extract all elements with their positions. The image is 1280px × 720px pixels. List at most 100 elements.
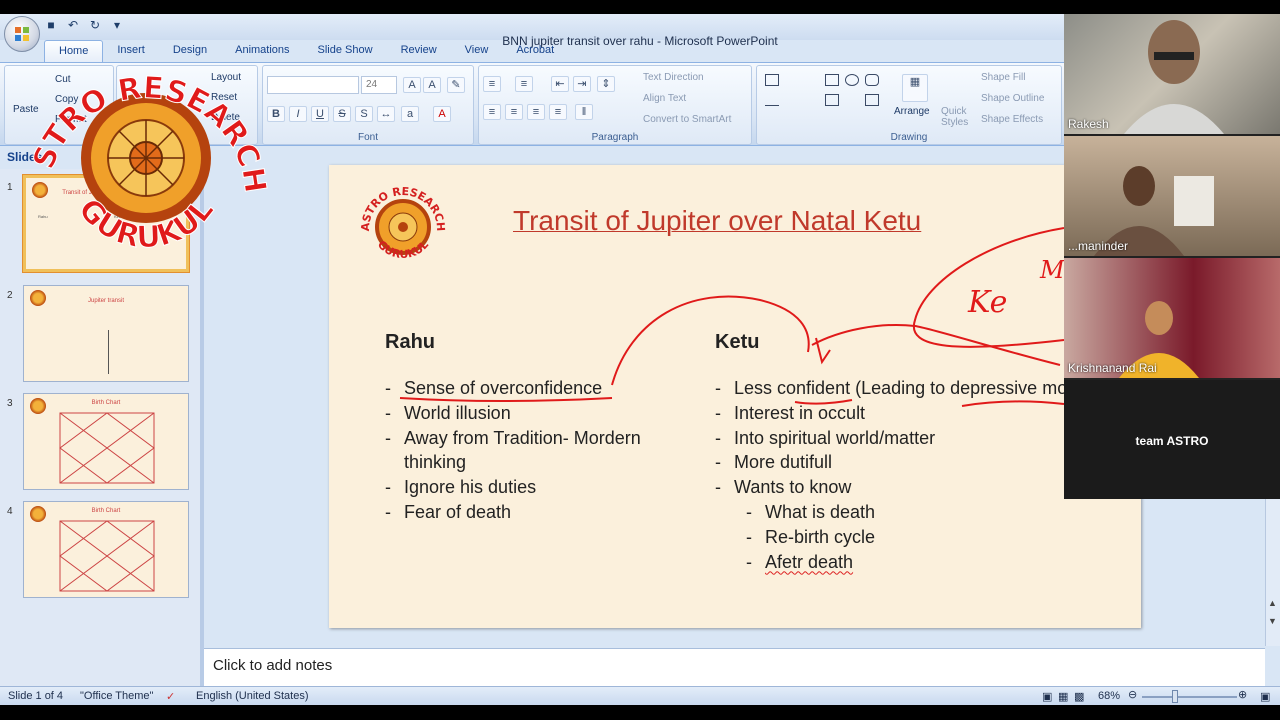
textbox-shape-icon[interactable] — [765, 74, 779, 86]
thumb-number: 3 — [7, 398, 13, 409]
office-logo-icon — [15, 27, 29, 41]
slide-counter: Slide 1 of 4 — [8, 690, 64, 702]
tab-slide-show[interactable]: Slide Show — [304, 40, 387, 62]
zoom-slider[interactable] — [1142, 696, 1237, 698]
thumb-number: 4 — [7, 506, 13, 517]
thumb-number: 1 — [7, 182, 13, 193]
tab-review[interactable]: Review — [387, 40, 451, 62]
rahu-heading[interactable]: Rahu — [385, 331, 435, 354]
char-spacing-icon[interactable]: ↔ — [377, 106, 395, 122]
notes-pane[interactable]: Click to add notes — [204, 648, 1265, 686]
language[interactable]: English (United States) — [196, 690, 309, 702]
bullets-icon[interactable]: ≡ — [483, 76, 501, 92]
line-shape-icon[interactable] — [765, 94, 779, 106]
quick-styles-button[interactable]: Quick Styles — [941, 106, 971, 128]
spellcheck-icon[interactable]: ✓ — [166, 690, 175, 703]
vertical-scrollbar[interactable]: ▲ ▼ — [1265, 498, 1280, 646]
italic-icon[interactable]: I — [289, 106, 307, 122]
bottom-letterbox — [0, 705, 1280, 720]
list-item-text: What is death — [765, 501, 876, 522]
redo-icon[interactable]: ↻ — [88, 18, 102, 32]
participant-tile[interactable]: ...maninder — [1064, 136, 1280, 256]
birth-chart-diagram — [59, 412, 155, 484]
list-item: Sense of overconfidence — [385, 376, 685, 401]
notes-placeholder: Click to add notes — [213, 657, 333, 674]
slideshow-view-icon[interactable]: ▩ — [1074, 690, 1084, 703]
participant-tile[interactable]: Krishnanand Rai — [1064, 258, 1280, 378]
oval-shape-icon[interactable] — [845, 74, 859, 86]
list-item-text: Less confident (Leading to depressive mo — [734, 378, 1068, 398]
scroll-up-icon[interactable]: ▲ — [1268, 598, 1277, 608]
sorter-view-icon[interactable]: ▦ — [1058, 690, 1068, 703]
shape-outline-button[interactable]: Shape Outline — [981, 93, 1044, 104]
justify-icon[interactable]: ≡ — [549, 104, 567, 120]
zoom-out-icon[interactable]: ⊖ — [1128, 688, 1137, 701]
watermark-spokes — [108, 120, 184, 196]
font-color-icon[interactable]: A — [433, 106, 451, 122]
strikethrough-icon[interactable]: S — [333, 106, 351, 122]
convert-smartart-button[interactable]: Convert to SmartArt — [643, 114, 731, 125]
tab-acrobat[interactable]: Acrobat — [502, 40, 568, 62]
participant-name: Rakesh — [1068, 117, 1109, 131]
arrow-shape-icon[interactable] — [825, 94, 839, 106]
participant-tile[interactable]: team ASTRO — [1064, 380, 1280, 499]
text-direction-button[interactable]: Text Direction — [643, 72, 704, 83]
callout-shape-icon[interactable] — [865, 94, 879, 106]
align-center-icon[interactable]: ≡ — [505, 104, 523, 120]
slide-thumbnail-4[interactable]: Birth Chart — [23, 501, 189, 598]
thumb-title: Birth Chart — [91, 508, 121, 514]
align-left-icon[interactable]: ≡ — [483, 104, 501, 120]
arrange-button[interactable]: Arrange — [894, 106, 930, 117]
drawing-group-label: Drawing — [890, 132, 928, 143]
save-icon[interactable]: ■ — [44, 18, 58, 32]
tab-view[interactable]: View — [451, 40, 503, 62]
scroll-down-icon[interactable]: ▼ — [1268, 616, 1277, 626]
drawing-group: ▦ Arrange Quick Styles Shape Fill Shape … — [756, 65, 1062, 145]
rectangle-shape-icon[interactable] — [825, 74, 839, 86]
list-item-text: Interest in occult — [734, 402, 866, 423]
ketu-heading[interactable]: Ketu — [715, 331, 759, 354]
shape-effects-button[interactable]: Shape Effects — [981, 114, 1043, 125]
list-item-text: Afetr death — [765, 551, 854, 572]
participant-video-icon — [1124, 20, 1224, 134]
shadow-icon[interactable]: S — [355, 106, 373, 122]
slide-thumbnail-2[interactable]: Jupiter transit — [23, 285, 189, 382]
arrange-icon[interactable]: ▦ — [902, 74, 928, 102]
zoom-level[interactable]: 68% — [1098, 690, 1120, 702]
list-item-text: Into spiritual world/matter — [734, 427, 936, 448]
numbering-icon[interactable]: ≡ — [515, 76, 533, 92]
line-spacing-icon[interactable]: ⇕ — [597, 76, 615, 92]
align-text-button[interactable]: Align Text — [643, 93, 686, 104]
columns-icon[interactable]: ‖ — [575, 104, 593, 120]
rounded-rect-shape-icon[interactable] — [865, 74, 879, 86]
status-bar: Slide 1 of 4 "Office Theme" ✓ English (U… — [0, 686, 1280, 705]
list-item-text: Ignore his duties — [404, 477, 537, 498]
fit-slide-icon[interactable]: ▣ — [1260, 690, 1270, 703]
change-case-icon[interactable]: a — [401, 106, 419, 122]
undo-icon[interactable]: ↶ — [66, 18, 80, 32]
align-right-icon[interactable]: ≡ — [527, 104, 545, 120]
list-item-text: Away from Tradition- Mordern thinking — [404, 427, 641, 473]
slide-canvas[interactable]: ASTRO RESEARCH GURUKUL Transit of Jupite… — [329, 165, 1141, 628]
decrease-indent-icon[interactable]: ⇤ — [551, 76, 569, 92]
font-size-combo[interactable]: 24 — [361, 76, 397, 94]
top-letterbox — [0, 0, 1280, 14]
underline-icon[interactable]: U — [311, 106, 329, 122]
rahu-list[interactable]: Sense of overconfidence World illusion A… — [385, 376, 685, 525]
shape-fill-button[interactable]: Shape Fill — [981, 72, 1025, 83]
bold-icon[interactable]: B — [267, 106, 285, 122]
font-name-combo[interactable] — [267, 76, 359, 94]
normal-view-icon[interactable]: ▣ — [1042, 690, 1052, 703]
list-item-text: Sense of overconfidence — [404, 378, 603, 398]
slide-thumbnail-3[interactable]: Birth Chart — [23, 393, 189, 490]
increase-indent-icon[interactable]: ⇥ — [573, 76, 591, 92]
list-item-text: More dutifull — [734, 452, 833, 473]
clear-formatting-icon[interactable]: ✎ — [447, 77, 465, 93]
grow-font-icon[interactable]: A — [403, 77, 421, 93]
slide-title[interactable]: Transit of Jupiter over Natal Ketu — [513, 205, 921, 237]
participant-tile[interactable]: Rakesh — [1064, 14, 1280, 134]
zoom-slider-thumb[interactable] — [1172, 690, 1179, 703]
zoom-in-icon[interactable]: ⊕ — [1238, 688, 1247, 701]
customize-qat-icon[interactable]: ▾ — [110, 18, 124, 32]
shrink-font-icon[interactable]: A — [423, 77, 441, 93]
